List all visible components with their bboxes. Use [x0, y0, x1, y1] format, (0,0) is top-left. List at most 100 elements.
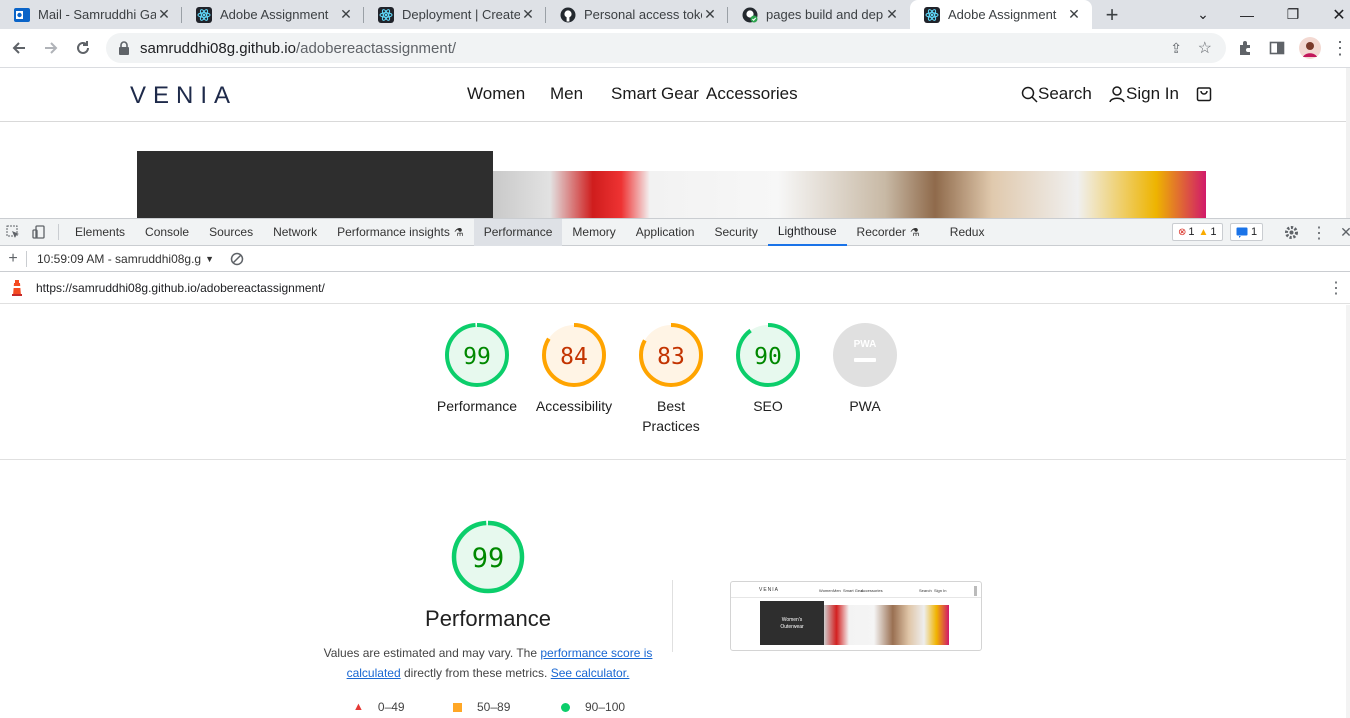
gauge-score: 83 — [657, 344, 685, 370]
gauge-pwa[interactable]: PWA PWA — [820, 322, 910, 416]
thumb-search: Search — [919, 588, 932, 593]
search-button[interactable]: Search — [1021, 84, 1092, 104]
legend-range: 0–49 — [377, 700, 405, 714]
browser-tab[interactable]: Deployment | Create R ✕ — [364, 0, 546, 29]
gauge-best-practices[interactable]: 83 Best Practices — [626, 322, 716, 436]
gauge-label: Best Practices — [642, 398, 700, 434]
tab-recorder[interactable]: Recorder ⚗ — [847, 219, 930, 246]
final-screenshot-thumbnail[interactable]: VENIA Women Men Smart Gear Accessories S… — [730, 581, 982, 651]
user-icon — [1108, 85, 1126, 103]
nav-link-accessories[interactable]: Accessories — [706, 84, 798, 104]
tab-sources[interactable]: Sources — [199, 219, 263, 246]
gauge-ring: 83 — [639, 323, 703, 387]
tab-performance[interactable]: Performance — [473, 218, 563, 246]
close-icon[interactable]: ✕ — [520, 6, 536, 23]
settings-gear-icon[interactable] — [1278, 219, 1304, 246]
performance-main-gauge[interactable]: 99 — [451, 520, 525, 599]
tab-search-icon[interactable]: ⌄ — [1180, 0, 1226, 29]
profile-avatar[interactable] — [1298, 36, 1322, 60]
legend-range: 50–89 — [477, 700, 511, 714]
legend-fail: ▲ 0–49 — [353, 700, 405, 714]
audited-url[interactable]: https://samruddhi08g.github.io/adobereac… — [36, 281, 325, 295]
error-count: 1 — [1188, 226, 1195, 238]
more-options-icon[interactable]: ⋮ — [1306, 219, 1332, 246]
close-devtools-icon[interactable]: ✕ — [1333, 219, 1350, 246]
square-average-icon — [453, 702, 462, 712]
tab-title: Adobe Assignment — [220, 7, 329, 22]
new-report-icon[interactable]: + — [0, 250, 26, 268]
lighthouse-icon — [10, 279, 24, 296]
gauge-seo[interactable]: 90 SEO — [723, 322, 813, 416]
gauge-label: PWA — [849, 398, 881, 414]
bookmark-star-icon[interactable]: ☆ — [1198, 38, 1212, 58]
inspect-element-icon[interactable] — [0, 219, 26, 246]
close-icon[interactable]: ✕ — [1066, 6, 1082, 23]
cart-icon[interactable] — [1196, 84, 1212, 102]
browser-tab[interactable]: pages build and deplo ✕ — [728, 0, 910, 29]
issue-counter[interactable]: ⊗ 1 ▲ 1 — [1172, 223, 1223, 241]
minimize-icon[interactable]: — — [1224, 0, 1270, 29]
nav-link-men[interactable]: Men — [550, 84, 583, 104]
search-label: Search — [1038, 84, 1092, 103]
report-select[interactable]: 10:59:09 AM - samruddhi08g.g ▼ — [37, 252, 214, 266]
chrome-menu-icon[interactable]: ⋮ — [1328, 36, 1350, 60]
sign-in-button[interactable]: Sign In — [1108, 84, 1179, 104]
gauge-performance[interactable]: 99 Performance — [432, 322, 522, 416]
clear-reports-icon[interactable] — [230, 252, 244, 266]
back-icon[interactable] — [3, 32, 35, 64]
browser-tab-active[interactable]: Adobe Assignment ✕ — [910, 0, 1092, 29]
tab-redux[interactable]: Redux — [940, 219, 995, 246]
tab-memory[interactable]: Memory — [562, 219, 625, 246]
browser-tab[interactable]: Personal access token ✕ — [546, 0, 728, 29]
tab-elements[interactable]: Elements — [65, 219, 135, 246]
restore-icon[interactable]: ❐ — [1270, 0, 1316, 29]
react-icon — [378, 6, 394, 23]
tab-lighthouse[interactable]: Lighthouse — [767, 219, 847, 246]
device-toolbar-icon[interactable] — [26, 219, 52, 246]
address-bar[interactable]: samruddhi08g.github.io/adobereactassignm… — [106, 33, 1226, 63]
report-menu-icon[interactable]: ⋮ — [1328, 278, 1344, 298]
tab-network[interactable]: Network — [263, 219, 327, 246]
thumb-scrollbar — [974, 586, 977, 596]
message-icon — [1236, 227, 1248, 238]
page-scrollbar[interactable] — [1346, 68, 1350, 218]
close-window-icon[interactable]: ✕ — [1316, 0, 1350, 29]
share-icon[interactable]: ⇪ — [1170, 40, 1182, 57]
side-panel-icon[interactable] — [1265, 36, 1289, 60]
nav-link-women[interactable]: Women — [467, 84, 525, 104]
close-icon[interactable]: ✕ — [702, 6, 718, 23]
browser-tab[interactable]: Adobe Assignment ✕ — [182, 0, 364, 29]
hero-text-panel — [137, 151, 493, 218]
pwa-badge-icon: PWA — [833, 323, 897, 387]
nav-link-smart-gear[interactable]: Smart Gear — [611, 84, 699, 104]
tab-application[interactable]: Application — [626, 219, 705, 246]
tab-console[interactable]: Console — [135, 219, 199, 246]
close-icon[interactable]: ✕ — [338, 6, 354, 23]
close-icon[interactable]: ✕ — [156, 6, 172, 23]
browser-tab[interactable]: Mail - Samruddhi Gad ✕ — [0, 0, 182, 29]
lighthouse-toolbar: + 10:59:09 AM - samruddhi08g.g ▼ — [0, 246, 1350, 272]
toolbar-divider — [26, 250, 27, 267]
browser-toolbar: samruddhi08g.github.io/adobereactassignm… — [0, 29, 1350, 68]
close-icon[interactable]: ✕ — [884, 6, 900, 23]
warning-count: 1 — [1210, 226, 1217, 238]
new-tab-button[interactable]: + — [1092, 0, 1132, 29]
warning-icon: ▲ — [1198, 226, 1209, 238]
gauge-accessibility[interactable]: 84 Accessibility — [529, 322, 619, 416]
tab-security[interactable]: Security — [704, 219, 767, 246]
gauge-ring: 90 — [736, 323, 800, 387]
gauge-ring: 84 — [542, 323, 606, 387]
message-counter[interactable]: 1 — [1230, 223, 1264, 241]
reload-icon[interactable] — [67, 32, 99, 64]
sign-in-label: Sign In — [1126, 84, 1179, 103]
tab-performance-insights[interactable]: Performance insights ⚗ — [327, 219, 474, 246]
report-select-value: 10:59:09 AM - samruddhi08g.g — [37, 251, 202, 266]
tab-title: Adobe Assignment — [948, 7, 1057, 22]
forward-icon[interactable] — [35, 32, 67, 64]
github-actions-icon — [742, 7, 758, 23]
extensions-icon[interactable] — [1233, 36, 1257, 60]
report-scrollbar[interactable] — [1346, 305, 1350, 718]
see-calculator-link[interactable]: See calculator. — [551, 666, 630, 680]
gauge-label: Performance — [436, 398, 518, 414]
venia-logo[interactable]: VENIA — [130, 82, 237, 110]
